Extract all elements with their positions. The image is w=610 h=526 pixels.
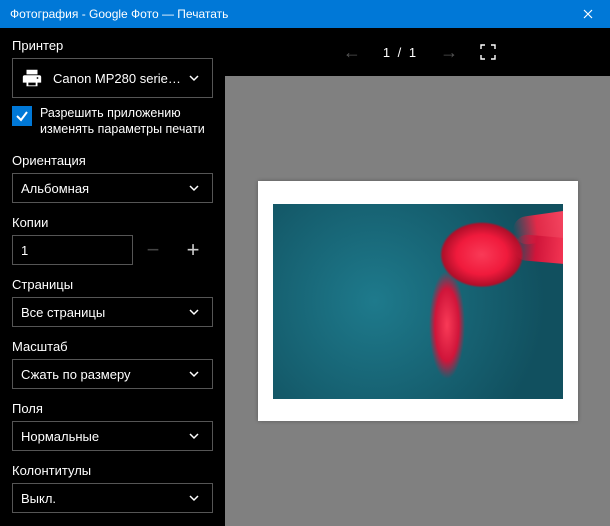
- headers-footers-label: Колонтитулы: [12, 463, 213, 478]
- page-indicator: 1 / 1: [383, 45, 418, 60]
- pages-group: Страницы Все страницы: [12, 277, 213, 327]
- fit-icon: [480, 44, 496, 60]
- copies-increment-button[interactable]: +: [173, 235, 213, 265]
- printer-name: Canon MP280 series Printer: [53, 71, 184, 86]
- prev-page-button: ←: [339, 38, 365, 67]
- chevron-down-icon: [184, 306, 204, 318]
- window-title: Фотография - Google Фото — Печатать: [10, 7, 565, 21]
- headers-footers-value: Выкл.: [21, 491, 184, 506]
- dialog-content: Принтер Canon MP280 series Printer Разре…: [0, 28, 610, 526]
- preview-page: [258, 181, 578, 421]
- pages-label: Страницы: [12, 277, 213, 292]
- preview-header: ← 1 / 1 →: [225, 28, 610, 76]
- close-icon: [583, 9, 593, 19]
- scale-value: Сжать по размеру: [21, 367, 184, 382]
- chevron-down-icon: [184, 182, 204, 194]
- allow-app-change-label: Разрешить приложению изменять параметры …: [40, 106, 213, 137]
- titlebar: Фотография - Google Фото — Печатать: [0, 0, 610, 28]
- margins-value: Нормальные: [21, 429, 184, 444]
- orientation-value: Альбомная: [21, 181, 184, 196]
- orientation-group: Ориентация Альбомная: [12, 153, 213, 203]
- preview-body: [225, 76, 610, 526]
- headers-footers-select[interactable]: Выкл.: [12, 483, 213, 513]
- preview-area: ← 1 / 1 →: [225, 28, 610, 526]
- chevron-down-icon: [184, 368, 204, 380]
- chevron-down-icon: [184, 430, 204, 442]
- orientation-label: Ориентация: [12, 153, 213, 168]
- scale-label: Масштаб: [12, 339, 213, 354]
- scale-group: Масштаб Сжать по размеру: [12, 339, 213, 389]
- chevron-down-icon: [184, 492, 204, 504]
- margins-group: Поля Нормальные: [12, 401, 213, 451]
- copies-label: Копии: [12, 215, 213, 230]
- printer-group: Принтер Canon MP280 series Printer Разре…: [12, 38, 213, 141]
- next-page-button: →: [436, 38, 462, 67]
- pages-select[interactable]: Все страницы: [12, 297, 213, 327]
- window-close-button[interactable]: [565, 0, 610, 28]
- pages-value: Все страницы: [21, 305, 184, 320]
- copies-group: Копии 1 − +: [12, 215, 213, 265]
- print-options-panel: Принтер Canon MP280 series Printer Разре…: [0, 28, 225, 526]
- checkbox-checked-icon: [12, 106, 32, 126]
- copies-decrement-button: −: [133, 235, 173, 265]
- copies-input[interactable]: 1: [12, 235, 133, 265]
- copies-value: 1: [21, 243, 28, 258]
- preview-photo: [273, 204, 563, 399]
- orientation-select[interactable]: Альбомная: [12, 173, 213, 203]
- printer-select[interactable]: Canon MP280 series Printer: [12, 58, 213, 98]
- printer-label: Принтер: [12, 38, 213, 53]
- fit-to-screen-button[interactable]: [480, 44, 496, 60]
- margins-select[interactable]: Нормальные: [12, 421, 213, 451]
- allow-app-change-checkbox[interactable]: Разрешить приложению изменять параметры …: [12, 106, 213, 137]
- margins-label: Поля: [12, 401, 213, 416]
- printer-icon: [21, 67, 43, 89]
- scale-select[interactable]: Сжать по размеру: [12, 359, 213, 389]
- headers-footers-group: Колонтитулы Выкл.: [12, 463, 213, 513]
- chevron-down-icon: [184, 72, 204, 84]
